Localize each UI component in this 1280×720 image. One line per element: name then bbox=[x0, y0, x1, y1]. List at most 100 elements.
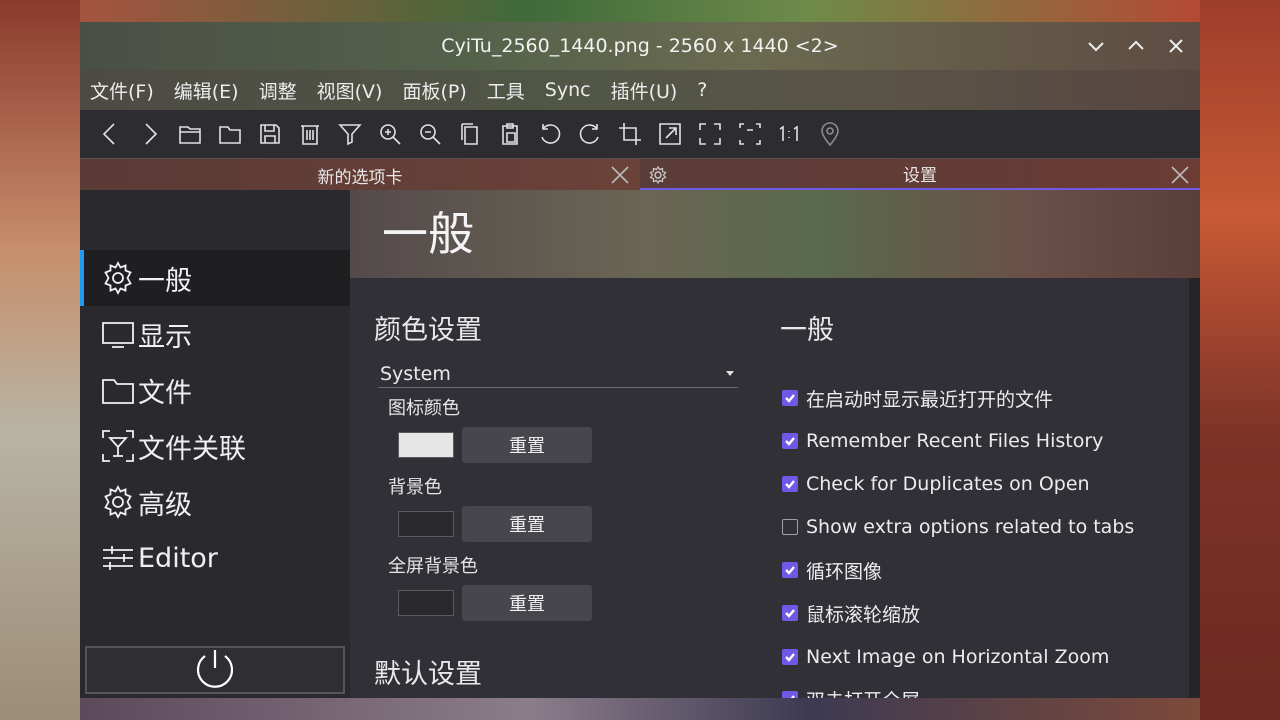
close-window-button[interactable] bbox=[1156, 22, 1196, 70]
next-button[interactable] bbox=[130, 114, 170, 154]
desktop-wallpaper-left bbox=[0, 0, 80, 720]
checkbox[interactable] bbox=[782, 562, 798, 578]
fullscreen-background-color-reset-button[interactable]: 重置 bbox=[462, 585, 592, 621]
paste-icon bbox=[502, 123, 518, 145]
background-color-label: 背景色 bbox=[388, 477, 442, 498]
menu-plugins[interactable]: 插件(U) bbox=[611, 77, 678, 104]
background-color-reset-button[interactable]: 重置 bbox=[462, 506, 592, 542]
power-button[interactable] bbox=[85, 646, 345, 694]
desktop-wallpaper-right bbox=[1200, 0, 1280, 720]
sidebar-item-label: 高级 bbox=[138, 489, 192, 521]
rotate-right-icon bbox=[579, 124, 599, 144]
menu-adjust[interactable]: 调整 bbox=[259, 77, 297, 104]
option-check-duplicates[interactable]: Check for Duplicates on Open bbox=[782, 469, 1090, 499]
fullscreen-button[interactable] bbox=[690, 114, 730, 154]
close-icon[interactable] bbox=[1168, 163, 1192, 187]
file-association-icon bbox=[102, 430, 134, 462]
filter-icon bbox=[338, 124, 362, 146]
menu-help[interactable]: ? bbox=[697, 79, 707, 101]
paste-button[interactable] bbox=[490, 114, 530, 154]
sidebar-item-advanced[interactable]: 高级 bbox=[80, 474, 350, 530]
location-pin-icon bbox=[821, 122, 839, 147]
option-loop-images[interactable]: 循环图像 bbox=[782, 555, 882, 585]
page-title: 一般 bbox=[382, 207, 474, 261]
sidebar-item-files[interactable]: 文件 bbox=[80, 362, 350, 418]
save-icon bbox=[260, 124, 280, 144]
option-double-click-fullscreen[interactable]: 双击打开全屏 bbox=[782, 684, 920, 698]
minimize-button[interactable] bbox=[1076, 22, 1116, 70]
option-label: Remember Recent Files History bbox=[806, 430, 1104, 452]
option-label: 双击打开全屏 bbox=[806, 686, 920, 699]
zoom-out-button[interactable] bbox=[410, 114, 450, 154]
check-icon bbox=[785, 437, 795, 446]
checkbox[interactable] bbox=[782, 605, 798, 621]
checkbox[interactable] bbox=[782, 390, 798, 406]
new-tab-button[interactable] bbox=[170, 114, 210, 154]
option-show-recent-on-start[interactable]: 在启动时显示最近打开的文件 bbox=[782, 383, 1053, 413]
desktop-wallpaper-bottom bbox=[80, 698, 1200, 720]
tab-new[interactable]: 新的选项卡 bbox=[80, 159, 640, 191]
header-banner: 一般 bbox=[350, 190, 1200, 278]
icon-color-reset-button[interactable]: 重置 bbox=[462, 427, 592, 463]
previous-button[interactable] bbox=[90, 114, 130, 154]
delete-button[interactable] bbox=[290, 114, 330, 154]
icon-color-swatch[interactable] bbox=[398, 432, 454, 458]
option-next-image-horizontal-zoom[interactable]: Next Image on Horizontal Zoom bbox=[782, 642, 1109, 672]
menu-edit[interactable]: 编辑(E) bbox=[174, 77, 239, 104]
location-button[interactable] bbox=[810, 114, 850, 154]
arrow-right-icon bbox=[145, 123, 158, 145]
tab-settings[interactable]: 设置 bbox=[640, 159, 1200, 191]
background-color-swatch[interactable] bbox=[398, 511, 454, 537]
chevron-down-icon bbox=[1088, 42, 1104, 52]
check-icon bbox=[785, 566, 795, 575]
menu-sync[interactable]: Sync bbox=[545, 79, 591, 101]
option-label: Next Image on Horizontal Zoom bbox=[806, 646, 1110, 668]
option-remember-recent[interactable]: Remember Recent Files History bbox=[782, 426, 1103, 456]
fullscreen-icon bbox=[699, 123, 721, 145]
theme-select[interactable]: System bbox=[378, 360, 738, 388]
checkbox[interactable] bbox=[782, 691, 798, 698]
close-icon[interactable] bbox=[608, 163, 632, 187]
resize-button[interactable] bbox=[650, 114, 690, 154]
menu-panels[interactable]: 面板(P) bbox=[402, 77, 466, 104]
checkbox[interactable] bbox=[782, 476, 798, 492]
zoom-in-button[interactable] bbox=[370, 114, 410, 154]
copy-icon bbox=[461, 123, 478, 145]
sidebar-item-editor[interactable]: Editor bbox=[80, 530, 350, 586]
rotate-left-button[interactable] bbox=[530, 114, 570, 154]
save-button[interactable] bbox=[250, 114, 290, 154]
checkbox[interactable] bbox=[782, 433, 798, 449]
color-settings-title: 颜色设置 bbox=[374, 315, 482, 346]
desktop-wallpaper-top bbox=[80, 0, 1200, 22]
menu-tools[interactable]: 工具 bbox=[487, 77, 525, 104]
crop-button[interactable] bbox=[610, 114, 650, 154]
fit-window-button[interactable] bbox=[730, 114, 770, 154]
filter-button[interactable] bbox=[330, 114, 370, 154]
sidebar-item-display[interactable]: 显示 bbox=[80, 306, 350, 362]
title-bar[interactable]: CyiTu_2560_1440.png - 2560 x 1440 <2> bbox=[80, 22, 1200, 70]
option-wheel-zoom[interactable]: 鼠标滚轮缩放 bbox=[782, 598, 920, 628]
sidebar-item-file-association[interactable]: 文件关联 bbox=[80, 418, 350, 474]
crop-icon bbox=[619, 123, 641, 145]
checkbox[interactable] bbox=[782, 519, 798, 535]
rotate-right-button[interactable] bbox=[570, 114, 610, 154]
actual-size-button[interactable] bbox=[770, 114, 810, 154]
actual-size-icon bbox=[779, 125, 798, 141]
default-settings-title: 默认设置 bbox=[374, 659, 482, 690]
rotate-left-icon bbox=[541, 124, 561, 144]
maximize-button[interactable] bbox=[1116, 22, 1156, 70]
sidebar-item-general[interactable]: 一般 bbox=[80, 250, 350, 306]
fullscreen-background-color-swatch[interactable] bbox=[398, 590, 454, 616]
checkbox[interactable] bbox=[782, 649, 798, 665]
tab-label: 设置 bbox=[903, 166, 937, 186]
theme-select-value: System bbox=[380, 362, 451, 385]
open-folder-button[interactable] bbox=[210, 114, 250, 154]
monitor-icon bbox=[102, 322, 134, 348]
option-extra-tab-options[interactable]: Show extra options related to tabs bbox=[782, 512, 1134, 542]
fit-window-icon bbox=[739, 123, 761, 145]
menu-view[interactable]: 视图(V) bbox=[317, 77, 383, 104]
menu-file[interactable]: 文件(F) bbox=[90, 77, 154, 104]
scrollbar[interactable] bbox=[1189, 278, 1200, 698]
copy-button[interactable] bbox=[450, 114, 490, 154]
option-label: 循环图像 bbox=[806, 560, 883, 583]
